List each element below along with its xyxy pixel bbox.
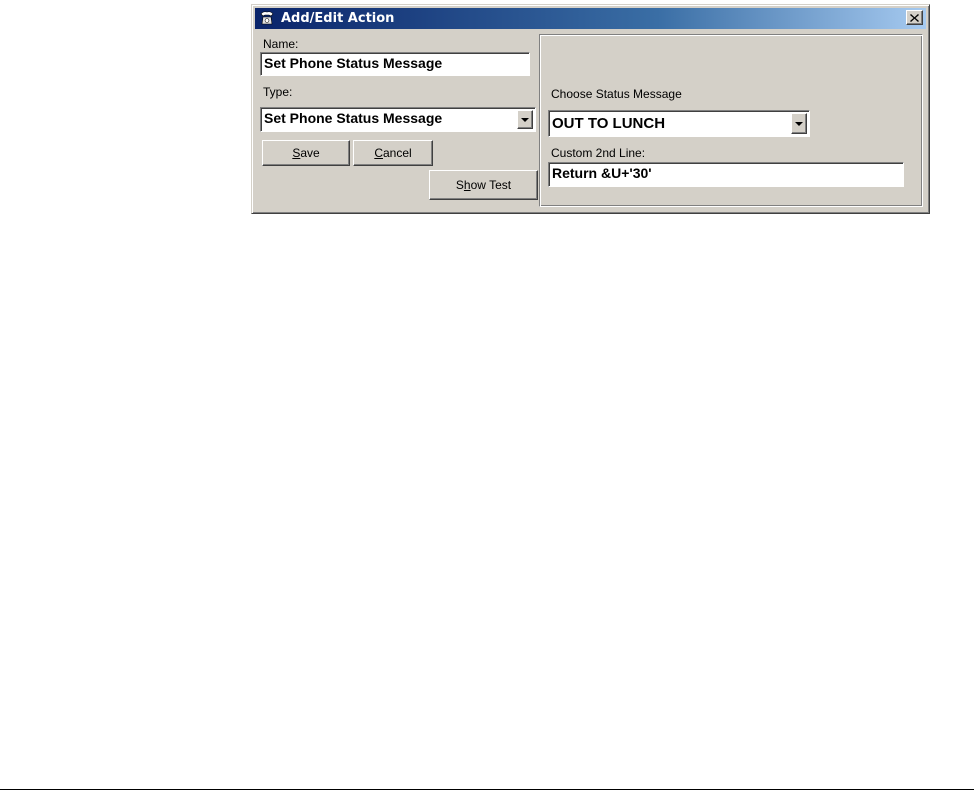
close-icon xyxy=(910,13,919,22)
type-select[interactable]: Set Phone Status Message xyxy=(260,107,536,132)
chevron-down-icon[interactable] xyxy=(791,113,807,134)
status-message-select[interactable]: OUT TO LUNCH xyxy=(548,110,810,137)
custom-line-value: Return &U+'30' xyxy=(552,165,652,181)
title-bar[interactable]: Add/Edit Action xyxy=(255,8,926,29)
save-button[interactable]: Save xyxy=(262,140,350,166)
status-message-label: Choose Status Message xyxy=(551,87,682,101)
type-value: Set Phone Status Message xyxy=(264,110,443,126)
cancel-button[interactable]: Cancel xyxy=(353,140,433,166)
show-test-label-pre: S xyxy=(455,178,464,192)
custom-line-label: Custom 2nd Line: xyxy=(551,146,646,160)
name-label: Name: xyxy=(263,37,299,51)
name-value: Set Phone Status Message xyxy=(264,55,443,71)
type-label: Type: xyxy=(263,85,293,99)
chevron-down-icon[interactable] xyxy=(517,110,533,129)
save-label: ave xyxy=(300,146,320,160)
show-test-label: ow Test xyxy=(470,178,512,192)
divider xyxy=(0,789,974,790)
show-test-accesskey: h xyxy=(463,178,471,192)
add-edit-action-window: Add/Edit Action Name: Set Phone Status M… xyxy=(251,4,930,214)
show-test-button[interactable]: Sh ow Test xyxy=(429,170,538,200)
phone-icon xyxy=(259,10,275,26)
close-button[interactable] xyxy=(906,10,923,25)
save-accesskey: S xyxy=(292,146,301,160)
status-message-value: OUT TO LUNCH xyxy=(552,115,666,132)
custom-line-field[interactable]: Return &U+'30' xyxy=(548,162,904,187)
window-title: Add/Edit Action xyxy=(281,11,395,26)
cancel-accesskey: C xyxy=(374,146,383,160)
name-field[interactable]: Set Phone Status Message xyxy=(260,52,530,76)
cancel-label: ancel xyxy=(382,146,412,160)
